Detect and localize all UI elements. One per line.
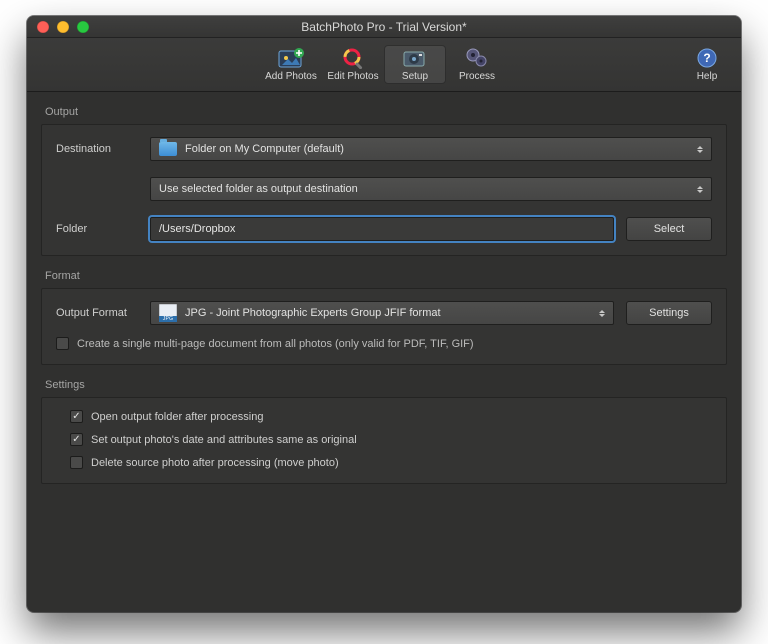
chevron-updown-icon <box>697 186 703 193</box>
zoom-icon[interactable] <box>77 21 89 33</box>
delete-source-label: Delete source photo after processing (mo… <box>91 457 339 469</box>
tab-add-photos[interactable]: Add Photos <box>260 45 322 84</box>
edit-photos-icon <box>339 47 367 69</box>
multipage-label: Create a single multi-page document from… <box>77 338 474 350</box>
format-panel: Output Format JPG - Joint Photographic E… <box>41 288 727 365</box>
process-icon <box>463 47 491 69</box>
same-date-checkbox[interactable] <box>70 433 83 446</box>
toolbar-group: Add Photos Edit Photos <box>260 45 508 84</box>
output-format-select[interactable]: JPG - Joint Photographic Experts Group J… <box>150 301 614 325</box>
help-button[interactable]: ? Help <box>687 47 727 82</box>
same-date-label: Set output photo's date and attributes s… <box>91 434 357 446</box>
toolbar: Add Photos Edit Photos <box>27 38 741 92</box>
select-folder-button[interactable]: Select <box>626 217 712 241</box>
delete-source-checkbox[interactable] <box>70 456 83 469</box>
output-panel: Destination Folder on My Computer (defau… <box>41 124 727 256</box>
open-after-checkbox[interactable] <box>70 410 83 423</box>
output-strategy-select[interactable]: Use selected folder as output destinatio… <box>150 177 712 201</box>
window-title: BatchPhoto Pro - Trial Version* <box>27 20 741 34</box>
window-controls <box>37 21 89 33</box>
strategy-value: Use selected folder as output destinatio… <box>159 183 358 195</box>
app-window: BatchPhoto Pro - Trial Version* Add Phot… <box>27 16 741 612</box>
chevron-updown-icon <box>599 310 605 317</box>
close-icon[interactable] <box>37 21 49 33</box>
format-settings-button[interactable]: Settings <box>626 301 712 325</box>
tab-label: Setup <box>402 71 428 82</box>
tab-edit-photos[interactable]: Edit Photos <box>322 45 384 84</box>
help-icon: ? <box>693 47 721 69</box>
tab-label: Process <box>459 71 495 82</box>
destination-select[interactable]: Folder on My Computer (default) <box>150 137 712 161</box>
section-settings-label: Settings <box>41 365 727 397</box>
tab-label: Edit Photos <box>327 71 378 82</box>
content: Output Destination Folder on My Computer… <box>27 92 741 494</box>
folder-path-input[interactable] <box>150 217 614 241</box>
titlebar: BatchPhoto Pro - Trial Version* <box>27 16 741 38</box>
tab-setup[interactable]: Setup <box>384 45 446 84</box>
chevron-updown-icon <box>697 146 703 153</box>
destination-label: Destination <box>56 143 150 155</box>
destination-value: Folder on My Computer (default) <box>185 143 344 155</box>
tab-label: Add Photos <box>265 71 317 82</box>
folder-label: Folder <box>56 223 150 235</box>
jpg-icon <box>159 304 177 322</box>
setup-icon <box>401 47 429 69</box>
tab-process[interactable]: Process <box>446 45 508 84</box>
output-format-value: JPG - Joint Photographic Experts Group J… <box>185 307 441 319</box>
open-after-label: Open output folder after processing <box>91 411 263 423</box>
add-photos-icon <box>277 47 305 69</box>
multipage-checkbox[interactable] <box>56 337 69 350</box>
svg-text:?: ? <box>703 51 710 65</box>
help-label: Help <box>697 71 718 82</box>
settings-panel: Open output folder after processing Set … <box>41 397 727 484</box>
folder-icon <box>159 142 177 156</box>
output-format-label: Output Format <box>56 307 150 319</box>
minimize-icon[interactable] <box>57 21 69 33</box>
section-output-label: Output <box>41 92 727 124</box>
section-format-label: Format <box>41 256 727 288</box>
